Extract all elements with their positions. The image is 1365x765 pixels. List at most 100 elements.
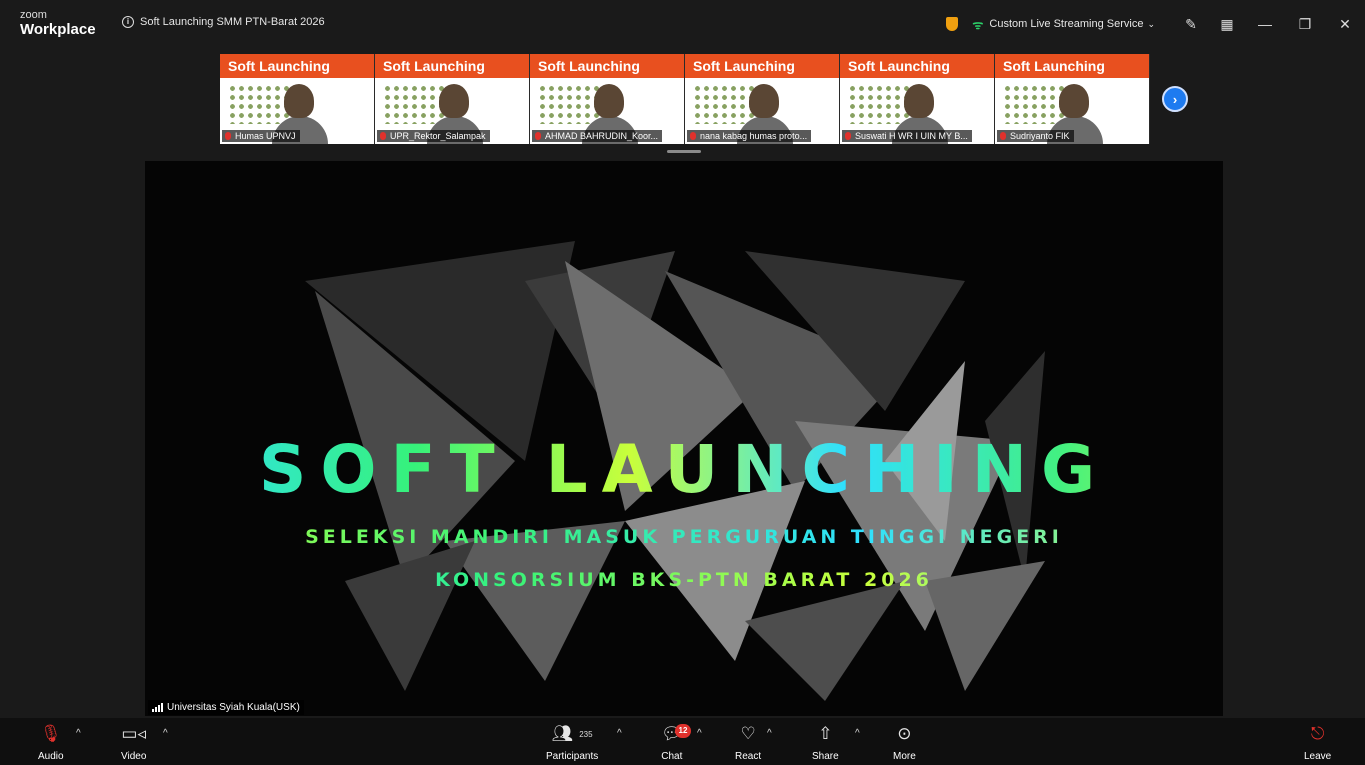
participant-head: [904, 84, 934, 118]
chat-options-caret[interactable]: ^: [697, 728, 702, 739]
chevron-right-icon: ›: [1172, 91, 1178, 107]
muted-microphone-icon: 🎙︎: [39, 724, 62, 743]
thumbnail-banner: Soft Launching: [220, 54, 374, 78]
participant-name-tag: UPR_Rektor_Salampak: [377, 130, 490, 142]
meeting-info[interactable]: i Soft Launching SMM PTN-Barat 2026: [122, 16, 325, 28]
participant-name: nana kabag humas proto...: [700, 131, 808, 141]
title-bar: zoom Workplace i Soft Launching SMM PTN-…: [0, 0, 1365, 48]
subtitle-line-2: KONSORSIUM BKS-PTN BARAT 2026: [145, 569, 1223, 591]
headline-text: SOFT LAUNCHING: [145, 431, 1223, 508]
participant-name-tag: Humas UPNVJ: [222, 130, 300, 142]
live-streaming-menu[interactable]: ᯤ Custom Live Streaming Service ⌄: [972, 16, 1155, 33]
participant-name: Suswati H WR I UIN MY B...: [855, 131, 968, 141]
more-button[interactable]: ⊙ More: [893, 722, 916, 762]
audio-button[interactable]: 🎙︎ Audio: [38, 722, 64, 762]
participant-head: [1059, 84, 1089, 118]
muted-mic-icon: [535, 132, 541, 140]
shared-screen: SOFT LAUNCHING SELEKSI MANDIRI MASUK PER…: [145, 161, 1223, 716]
thumbnail-banner: Soft Launching: [840, 54, 994, 78]
close-button[interactable]: ✕: [1325, 0, 1365, 48]
participant-thumbnail[interactable]: Soft Launching Suswati H WR I UIN MY B..…: [840, 54, 995, 144]
participant-name: UPR_Rektor_Salampak: [390, 131, 486, 141]
react-label: React: [735, 751, 762, 762]
meeting-title: Soft Launching SMM PTN-Barat 2026: [140, 16, 325, 28]
react-button[interactable]: ♡ React: [735, 722, 761, 762]
info-icon[interactable]: i: [122, 16, 134, 28]
video-camera-icon: ▭◃: [121, 724, 146, 743]
chat-label: Chat: [661, 751, 683, 762]
participants-button[interactable]: 👥︎ 235 Participants: [546, 722, 598, 762]
participant-name: AHMAD BAHRUDIN_Koor...: [545, 131, 659, 141]
video-options-caret[interactable]: ^: [163, 728, 168, 739]
participants-icon: 👥︎ 235: [551, 724, 593, 743]
audio-options-caret[interactable]: ^: [76, 728, 81, 739]
zoom-window: zoom Workplace i Soft Launching SMM PTN-…: [0, 0, 1365, 765]
muted-mic-icon: [225, 132, 231, 140]
chevron-down-icon: ⌄: [1147, 18, 1155, 29]
meeting-toolbar: 🎙︎ Audio ^ ▭◃ Video ^ 👥︎ 235 Participants…: [0, 718, 1365, 765]
signal-strength-icon: [152, 703, 163, 712]
participant-name-tag: Sudriyanto FIK: [997, 130, 1074, 142]
chat-unread-badge: 12: [675, 724, 691, 738]
minimize-button[interactable]: —: [1245, 0, 1285, 48]
titlebar-controls: ᯤ Custom Live Streaming Service ⌄ ✎ ▦ — …: [946, 0, 1365, 48]
chat-button[interactable]: 💬︎ 12 Chat: [661, 722, 691, 762]
thumbnail-banner-text: Soft Launching: [848, 58, 950, 74]
muted-mic-icon: [690, 132, 696, 140]
thumbnail-banner-text: Soft Launching: [538, 58, 640, 74]
more-label: More: [893, 751, 916, 762]
react-options-caret[interactable]: ^: [767, 728, 772, 739]
video-button[interactable]: ▭◃ Video: [121, 722, 146, 762]
muted-mic-icon: [380, 132, 386, 140]
thumbnail-banner: Soft Launching: [530, 54, 684, 78]
thumbnail-banner: Soft Launching: [995, 54, 1149, 78]
participant-thumbnail-strip: Soft Launching Humas UPNVJ Soft Launchin…: [220, 54, 1150, 144]
logo-workplace-text: Workplace: [20, 21, 96, 38]
participant-thumbnail[interactable]: Soft Launching Sudriyanto FIK: [995, 54, 1150, 144]
annotate-pen-icon[interactable]: ✎: [1182, 15, 1200, 33]
thumbnail-banner: Soft Launching: [375, 54, 529, 78]
heart-icon: ♡: [740, 724, 756, 743]
thumbnail-banner-text: Soft Launching: [228, 58, 330, 74]
leave-button[interactable]: ⎋ Leave: [1304, 722, 1331, 762]
share-options-caret[interactable]: ^: [855, 728, 860, 739]
streaming-label: Custom Live Streaming Service: [989, 18, 1144, 30]
participants-options-caret[interactable]: ^: [617, 728, 622, 739]
thumbnail-banner-text: Soft Launching: [383, 58, 485, 74]
participants-label: Participants: [546, 751, 599, 762]
participant-name-tag: AHMAD BAHRUDIN_Koor...: [532, 130, 663, 142]
participant-head: [594, 84, 624, 118]
thumbnail-banner-text: Soft Launching: [693, 58, 795, 74]
sharer-name-tag: Universitas Syiah Kuala(USK): [148, 700, 304, 715]
strip-resize-handle[interactable]: [667, 150, 701, 153]
sharer-name: Universitas Syiah Kuala(USK): [167, 702, 300, 713]
zoom-logo: zoom Workplace: [20, 9, 96, 38]
participant-head: [749, 84, 779, 118]
participant-thumbnail[interactable]: Soft Launching AHMAD BAHRUDIN_Koor...: [530, 54, 685, 144]
view-layout-icon[interactable]: ▦: [1218, 15, 1236, 33]
thumbnail-banner-text: Soft Launching: [1003, 58, 1105, 74]
audio-label: Audio: [38, 751, 64, 762]
security-shield-icon[interactable]: [946, 17, 959, 31]
thumbnail-banner: Soft Launching: [685, 54, 839, 78]
restore-button[interactable]: ❐: [1285, 0, 1325, 48]
next-page-button[interactable]: ›: [1162, 86, 1188, 112]
participant-head: [439, 84, 469, 118]
participant-thumbnail[interactable]: Soft Launching nana kabag humas proto...: [685, 54, 840, 144]
logo-zoom-text: zoom: [20, 9, 47, 21]
participant-name-tag: nana kabag humas proto...: [687, 130, 812, 142]
participant-name: Humas UPNVJ: [235, 131, 296, 141]
participant-count: 235: [579, 729, 593, 739]
participant-head: [284, 84, 314, 118]
share-button[interactable]: ⇧ Share: [812, 722, 839, 762]
more-dots-icon: ⊙: [897, 724, 912, 743]
rss-icon: ᯤ: [972, 17, 984, 32]
muted-mic-icon: [1000, 132, 1006, 140]
participant-thumbnail[interactable]: Soft Launching UPR_Rektor_Salampak: [375, 54, 530, 144]
share-label: Share: [812, 751, 839, 762]
leave-label: Leave: [1304, 751, 1332, 762]
leave-door-icon: ⎋: [1310, 724, 1325, 743]
share-screen-icon: ⇧: [818, 724, 833, 743]
muted-mic-icon: [845, 132, 851, 140]
participant-thumbnail[interactable]: Soft Launching Humas UPNVJ: [220, 54, 375, 144]
